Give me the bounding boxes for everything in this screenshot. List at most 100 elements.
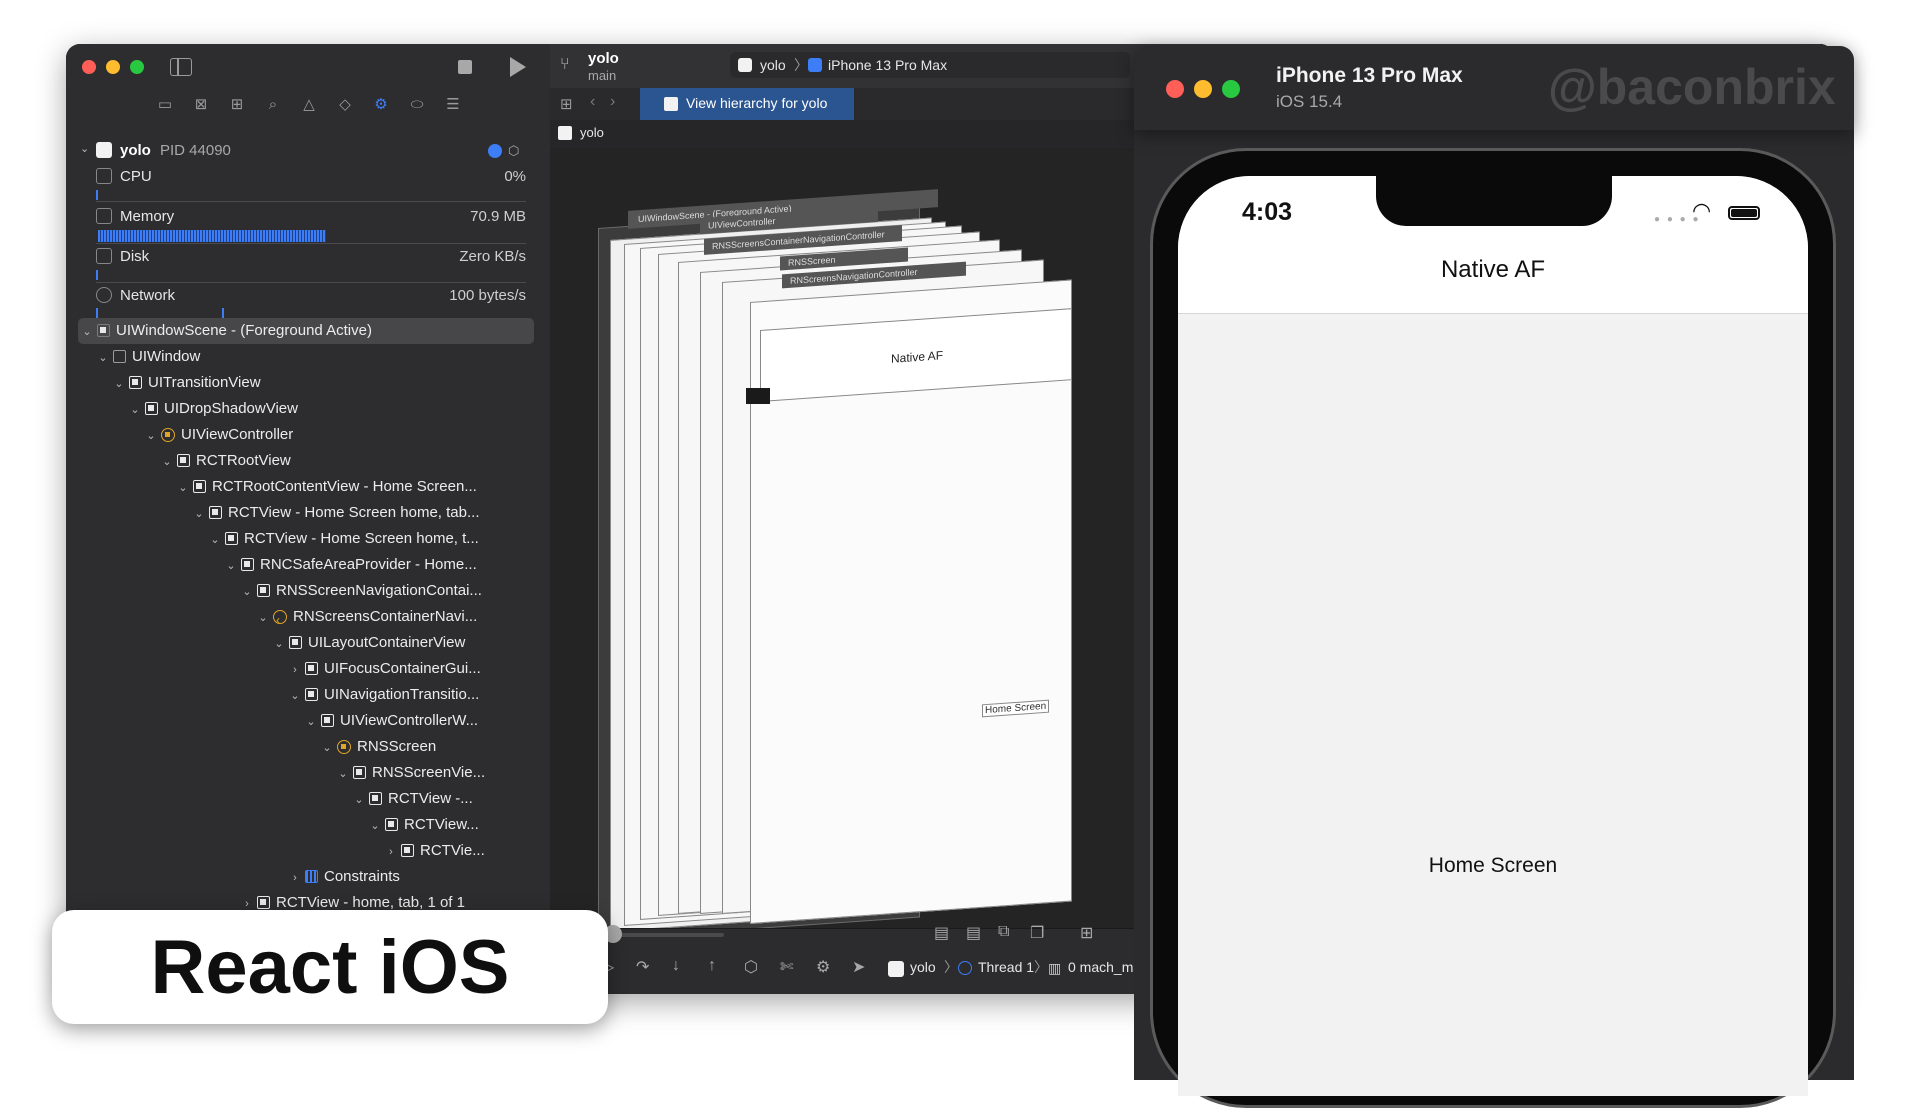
view-debugger-icon[interactable]: ⬡ bbox=[744, 957, 758, 977]
project-name[interactable]: yolo bbox=[588, 50, 619, 67]
memory-graph-icon[interactable]: ✄ bbox=[780, 957, 793, 977]
sidebar-toggle-icon[interactable] bbox=[170, 58, 192, 76]
gauge-memory[interactable]: Memory 70.9 MB bbox=[96, 206, 526, 228]
issue-icon[interactable]: △ bbox=[298, 96, 320, 114]
stop-icon[interactable] bbox=[458, 60, 472, 74]
clip-icon[interactable]: ▤ bbox=[934, 923, 949, 943]
tree-row-label: RCTView -... bbox=[388, 790, 473, 807]
step-into-icon[interactable]: ↓ bbox=[672, 957, 680, 975]
tree-row[interactable]: ⌄ RNSScreen bbox=[320, 735, 436, 759]
chevron-down-icon[interactable]: ⌄ bbox=[304, 710, 318, 734]
gauge-cpu[interactable]: CPU 0% bbox=[96, 166, 526, 188]
badge-text: React iOS bbox=[150, 925, 510, 1010]
tree-row[interactable]: ⌄ RNCSafeAreaProvider - Home... bbox=[224, 553, 476, 578]
debug-target[interactable]: yolo bbox=[910, 959, 936, 975]
layers-icon[interactable]: ⧉ bbox=[998, 923, 1009, 941]
chevron-down-icon[interactable]: ⌄ bbox=[368, 814, 382, 838]
debug-navigator-icon[interactable]: ⚙ bbox=[370, 96, 392, 114]
tree-row[interactable]: ⌄ UIViewControllerW... bbox=[304, 709, 478, 733]
step-over-icon[interactable]: ↷ bbox=[636, 957, 649, 977]
jump-bar-item[interactable]: yolo bbox=[580, 125, 604, 140]
chevron-down-icon[interactable]: ⌄ bbox=[80, 320, 94, 344]
location-icon[interactable]: ➤ bbox=[852, 957, 865, 977]
gauge-network[interactable]: Network 100 bytes/s bbox=[96, 285, 526, 307]
app-icon bbox=[558, 126, 572, 140]
frames-icon[interactable]: ❐ bbox=[1030, 923, 1044, 943]
debug-thread[interactable]: Thread 1 bbox=[978, 959, 1034, 975]
report-icon[interactable]: ☰ bbox=[442, 96, 464, 114]
tree-row[interactable]: ⌄ UINavigationTransitio... bbox=[288, 683, 479, 707]
focus-icon[interactable]: ⊞ bbox=[1080, 923, 1093, 943]
tree-row[interactable]: ⌄ RCTView -... bbox=[352, 787, 473, 812]
chevron-down-icon[interactable]: ⌄ bbox=[160, 450, 174, 474]
process-row[interactable]: ⌄ yolo PID 44090 ⬡ bbox=[80, 140, 530, 162]
tree-row[interactable]: ⌄ UIViewController bbox=[144, 423, 293, 447]
chevron-down-icon[interactable]: ⌄ bbox=[176, 476, 190, 500]
tree-row[interactable]: ⌄ UILayoutContainerView bbox=[272, 631, 465, 655]
tree-row[interactable]: ⌄ RNScreensContainerNavi... bbox=[256, 605, 477, 632]
test-icon[interactable]: ◇ bbox=[334, 96, 356, 114]
close-button[interactable] bbox=[82, 60, 96, 74]
tree-row[interactable]: ⌄ RCTRootContentView - Home Screen... bbox=[176, 475, 476, 500]
tree-row-label: UIFocusContainerGui... bbox=[324, 660, 481, 677]
tree-row[interactable]: ⌄ UIDropShadowView bbox=[128, 397, 298, 421]
step-out-icon[interactable]: ↑ bbox=[708, 957, 716, 975]
minimize-button[interactable] bbox=[106, 60, 120, 74]
tree-row[interactable]: › Constraints bbox=[288, 865, 400, 889]
chevron-down-icon[interactable]: ⌄ bbox=[320, 736, 334, 760]
view-hierarchy-tree: ⌄ UIWindowScene - (Foreground Active) ⌄ UIW… bbox=[80, 319, 540, 959]
source-control-icon[interactable]: ⊠ bbox=[190, 96, 212, 114]
chevron-down-icon[interactable]: ⌄ bbox=[112, 372, 126, 396]
sim-zoom-button[interactable] bbox=[1222, 80, 1240, 98]
home-screen-text: Home Screen bbox=[1428, 854, 1558, 877]
tree-row-label: RNSScreenVie... bbox=[372, 764, 486, 781]
cube-icon[interactable]: ⬡ bbox=[508, 143, 519, 159]
breakpoint-icon[interactable]: ⬭ bbox=[406, 96, 428, 114]
view-icon bbox=[305, 688, 318, 701]
chevron-down-icon[interactable]: ⌄ bbox=[224, 554, 238, 578]
tree-row[interactable]: ⌄ RCTRootView bbox=[160, 449, 290, 474]
tree-row[interactable]: ⌄ UIWindowScene - (Foreground Active) bbox=[80, 319, 372, 343]
thread-icon bbox=[958, 961, 972, 975]
chevron-down-icon[interactable]: ⌄ bbox=[128, 398, 142, 422]
tree-row[interactable]: ⌄ RNSScreenNavigationContai... bbox=[240, 579, 482, 603]
chevron-down-icon[interactable]: ⌄ bbox=[272, 632, 286, 656]
split-icon[interactable]: ▤ bbox=[966, 923, 981, 943]
forward-icon[interactable]: › bbox=[610, 93, 615, 111]
run-icon[interactable] bbox=[510, 57, 526, 77]
tree-row[interactable]: › UIFocusContainerGui... bbox=[288, 657, 481, 681]
tree-row[interactable]: ⌄ RCTView - Home Screen home, tab... bbox=[192, 501, 479, 525]
app-icon bbox=[888, 961, 904, 977]
chevron-down-icon[interactable]: ⌄ bbox=[144, 424, 158, 448]
symbol-icon[interactable]: ⊞ bbox=[226, 96, 248, 114]
tree-row[interactable]: ⌄ UITransitionView bbox=[112, 371, 260, 396]
chevron-down-icon[interactable]: ⌄ bbox=[208, 528, 222, 552]
info-icon[interactable] bbox=[488, 144, 502, 158]
tree-row[interactable]: ⌄ RCTView... bbox=[368, 813, 478, 838]
grid-icon[interactable]: ⊞ bbox=[560, 95, 573, 113]
chevron-right-icon[interactable]: › bbox=[384, 840, 398, 864]
chevron-right-icon[interactable]: › bbox=[288, 866, 302, 890]
environment-icon[interactable]: ⚙ bbox=[816, 957, 830, 977]
chevron-down-icon[interactable]: ⌄ bbox=[256, 606, 270, 630]
sim-close-button[interactable] bbox=[1166, 80, 1184, 98]
back-icon[interactable]: ‹ bbox=[590, 93, 595, 111]
zoom-button[interactable] bbox=[130, 60, 144, 74]
tree-row[interactable]: ⌄ RCTView - Home Screen home, t... bbox=[208, 527, 478, 552]
chevron-down-icon[interactable]: ⌄ bbox=[352, 788, 366, 812]
tree-row[interactable]: ⌄ RNSScreenVie... bbox=[336, 761, 485, 785]
tab-view-hierarchy[interactable]: View hierarchy for yolo bbox=[640, 88, 854, 120]
tree-row[interactable]: ⌄ UIWindow bbox=[96, 345, 200, 369]
folder-icon[interactable]: ▭ bbox=[154, 96, 176, 114]
chevron-down-icon[interactable]: ⌄ bbox=[96, 346, 110, 370]
chevron-right-icon[interactable]: › bbox=[288, 658, 302, 682]
chevron-down-icon[interactable]: ⌄ bbox=[288, 684, 302, 708]
gauge-disk[interactable]: Disk Zero KB/s bbox=[96, 246, 526, 268]
chevron-down-icon[interactable]: ⌄ bbox=[240, 580, 254, 604]
sim-minimize-button[interactable] bbox=[1194, 80, 1212, 98]
tree-row[interactable]: › RCTVie... bbox=[384, 839, 485, 863]
chevron-down-icon[interactable]: ⌄ bbox=[192, 502, 206, 526]
scheme-selector[interactable]: yolo 〉 iPhone 13 Pro Max bbox=[730, 52, 1130, 78]
find-icon[interactable]: ⌕ bbox=[262, 96, 284, 114]
chevron-down-icon[interactable]: ⌄ bbox=[336, 762, 350, 786]
